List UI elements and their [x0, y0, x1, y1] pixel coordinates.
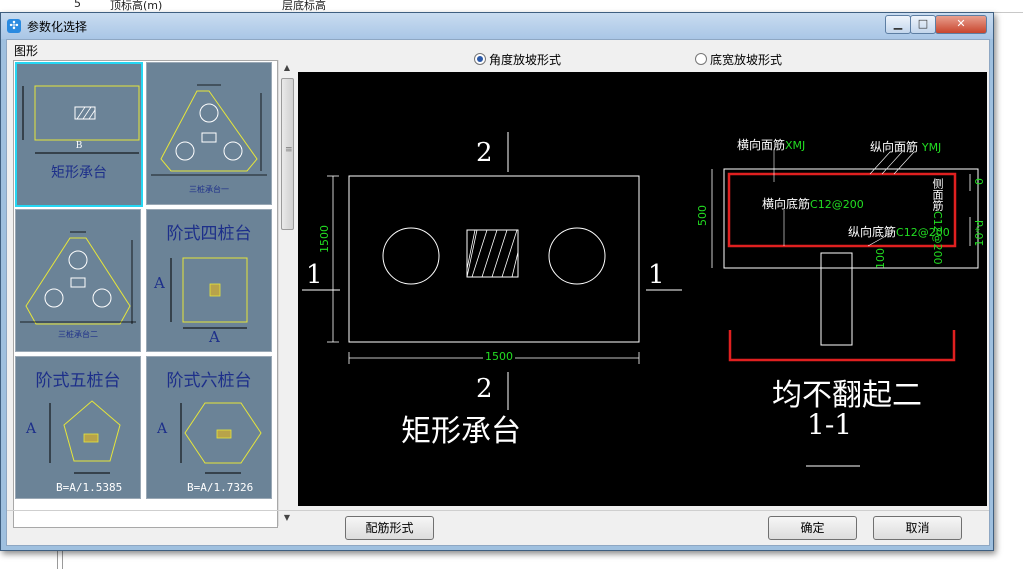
- section-mark-top: 2: [476, 138, 493, 168]
- section-label: 1-1: [807, 408, 853, 441]
- section-mark-bottom: 2: [476, 374, 493, 404]
- radio-label: 角度放坡形式: [489, 53, 562, 67]
- footer-divider: [7, 510, 989, 511]
- scrollbar-thumb[interactable]: ≡: [281, 78, 294, 230]
- side-rebar-label: 侧面筋C12@200: [931, 178, 944, 265]
- thumbnail-stepped-six-pile-cap[interactable]: 阶式六桩台 A B=A/1.7326: [146, 356, 272, 499]
- zero-dimension: 0: [973, 178, 986, 185]
- title-bar[interactable]: ✣ 参数化选择 ▁ □ ✕: [1, 13, 993, 39]
- thumbnail-stepped-four-pile-cap[interactable]: 阶式四桩台 A A: [146, 209, 272, 352]
- radio-unselected-icon: [695, 53, 707, 65]
- rectangular-cap-preview: [22, 85, 140, 154]
- thumbnail-three-pile-cap-2[interactable]: 三桩承台二: [15, 209, 141, 352]
- thumbnail-caption: 三桩承台二: [58, 330, 98, 339]
- radio-label: 底宽放坡形式: [710, 53, 783, 67]
- rebar-top-longitudinal-label: 纵向面筋 YMJ: [870, 140, 942, 154]
- dimension-a-label: A: [157, 421, 168, 437]
- app-icon: ✣: [7, 19, 21, 33]
- cover-dimension: 100: [874, 248, 887, 269]
- rebar-top-transverse-label: 横向面筋XMJ: [737, 138, 806, 152]
- minimize-button[interactable]: ▁: [885, 15, 911, 34]
- section-mark-left: 1: [306, 260, 323, 290]
- width-dimension: 1500: [483, 350, 515, 363]
- drawing-preview-canvas: 2 2 1 1 1500 1500 矩形承台 横向面筋XMJ 纵向面筋 YMJ …: [298, 72, 987, 506]
- plan-title: 矩形承台: [401, 414, 521, 449]
- maximize-button[interactable]: □: [910, 15, 936, 34]
- gallery-scrollbar[interactable]: ▲ ≡ ▼: [278, 60, 295, 526]
- three-pile-cap-preview: [151, 84, 267, 176]
- radio-selected-icon: [474, 53, 486, 65]
- thumbnail-stepped-five-pile-cap[interactable]: 阶式五桩台 A B=A/1.5385: [15, 356, 141, 499]
- rebar-bottom-transverse-label: 横向底筋C12@200: [762, 197, 864, 211]
- cancel-button[interactable]: 取消: [873, 516, 962, 540]
- window-title: 参数化选择: [27, 20, 88, 34]
- section-mark-right: 1: [648, 260, 665, 290]
- bg-row-number: 5: [74, 0, 81, 10]
- radio-bottom-width-slope[interactable]: 底宽放坡形式: [695, 51, 782, 68]
- shapes-group-label: 图形: [14, 44, 39, 58]
- thumbnail-caption: 矩形承台: [51, 165, 107, 181]
- thumbnail-three-pile-cap-1[interactable]: 三桩承台一: [146, 62, 272, 205]
- dimension-a-label: A: [154, 274, 165, 292]
- scroll-up-arrow-icon[interactable]: ▲: [279, 60, 295, 76]
- close-button[interactable]: ✕: [935, 15, 987, 34]
- parametric-select-dialog: ✣ 参数化选择 ▁ □ ✕ 图形 B 矩形承台 三桩承台一 三桩承台二 阶式四桩…: [0, 12, 994, 551]
- shape-gallery: B 矩形承台 三桩承台一 三桩承台二 阶式四桩台 A A 阶式五桩台 A B=A…: [13, 60, 278, 528]
- formula-label: B=A/1.7326: [187, 481, 254, 494]
- thumbnail-caption: 三桩承台一: [189, 185, 229, 194]
- depth-dimension: 500: [696, 205, 709, 226]
- dimension-a-label: A: [209, 328, 220, 346]
- dimension-b-label: B: [75, 141, 83, 151]
- ok-button[interactable]: 确定: [768, 516, 857, 540]
- radio-angle-slope[interactable]: 角度放坡形式: [474, 51, 561, 68]
- thumbnail-rectangular-cap[interactable]: B 矩形承台: [15, 62, 143, 207]
- anchor-dimension: 10*d: [973, 220, 986, 247]
- dialog-client-area: 图形 B 矩形承台 三桩承台一 三桩承台二 阶式四桩台 A A 阶式五桩台 A …: [6, 39, 990, 546]
- slope-mode-radio-group: 角度放坡形式 底宽放坡形式: [298, 45, 987, 71]
- dimension-a-label: A: [26, 421, 37, 437]
- grip-icon: ≡: [285, 145, 293, 155]
- height-dimension: 1500: [318, 225, 331, 253]
- formula-label: B=A/1.5385: [56, 481, 123, 494]
- scroll-down-arrow-icon[interactable]: ▼: [279, 510, 295, 526]
- rebar-form-button[interactable]: 配筋形式: [345, 516, 434, 540]
